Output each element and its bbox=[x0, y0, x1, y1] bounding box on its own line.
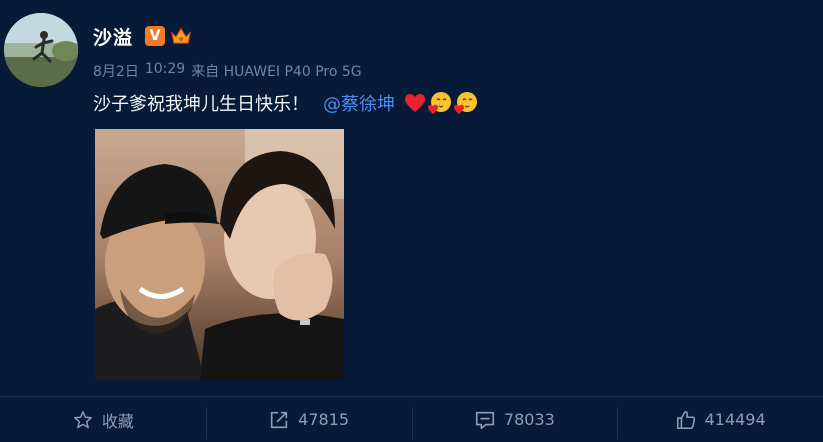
post-content: 沙子爹祝我坤儿生日快乐！ @蔡徐坤 bbox=[93, 90, 479, 116]
author-name[interactable]: 沙溢 bbox=[93, 23, 133, 50]
action-bar: 收藏 47815 78033 414494 bbox=[0, 397, 823, 442]
avatar-image bbox=[4, 13, 78, 87]
favorite-button[interactable]: 收藏 bbox=[0, 397, 206, 442]
author-avatar[interactable] bbox=[4, 13, 78, 87]
repost-icon bbox=[271, 411, 288, 428]
like-count: 414494 bbox=[704, 410, 766, 429]
star-icon bbox=[73, 410, 92, 428]
comment-button[interactable]: 78033 bbox=[411, 397, 618, 442]
favorite-label: 收藏 bbox=[101, 411, 134, 431]
mention-link[interactable]: @蔡徐坤 bbox=[323, 90, 395, 116]
red-heart-icon bbox=[405, 94, 425, 112]
post-date[interactable]: 8月2日 bbox=[93, 61, 139, 81]
comment-icon bbox=[475, 411, 494, 429]
post-time: 10:29 bbox=[144, 61, 186, 77]
emoji-row bbox=[403, 90, 479, 116]
verified-badge-icon[interactable]: V bbox=[145, 26, 166, 46]
post-text: 沙子爹祝我坤儿生日快乐！ bbox=[93, 94, 309, 115]
repost-button[interactable]: 47815 bbox=[205, 397, 412, 442]
post-photo[interactable] bbox=[95, 129, 344, 380]
thumbs-up-icon bbox=[676, 410, 695, 429]
selfie-photo-image bbox=[95, 129, 344, 380]
author-row: 沙溢 V bbox=[93, 21, 192, 51]
comment-count: 78033 bbox=[503, 410, 555, 429]
repost-count: 47815 bbox=[298, 410, 350, 429]
like-button[interactable]: 414494 bbox=[617, 397, 823, 442]
crown-badge-icon[interactable] bbox=[170, 25, 192, 47]
blushing-heart-face-icon bbox=[454, 92, 477, 114]
post-meta: 8月2日 10:29 来自 HUAWEI P40 Pro 5G bbox=[93, 61, 362, 81]
post-source: 来自 HUAWEI P40 Pro 5G bbox=[191, 64, 362, 80]
blushing-heart-face-icon bbox=[428, 92, 451, 114]
